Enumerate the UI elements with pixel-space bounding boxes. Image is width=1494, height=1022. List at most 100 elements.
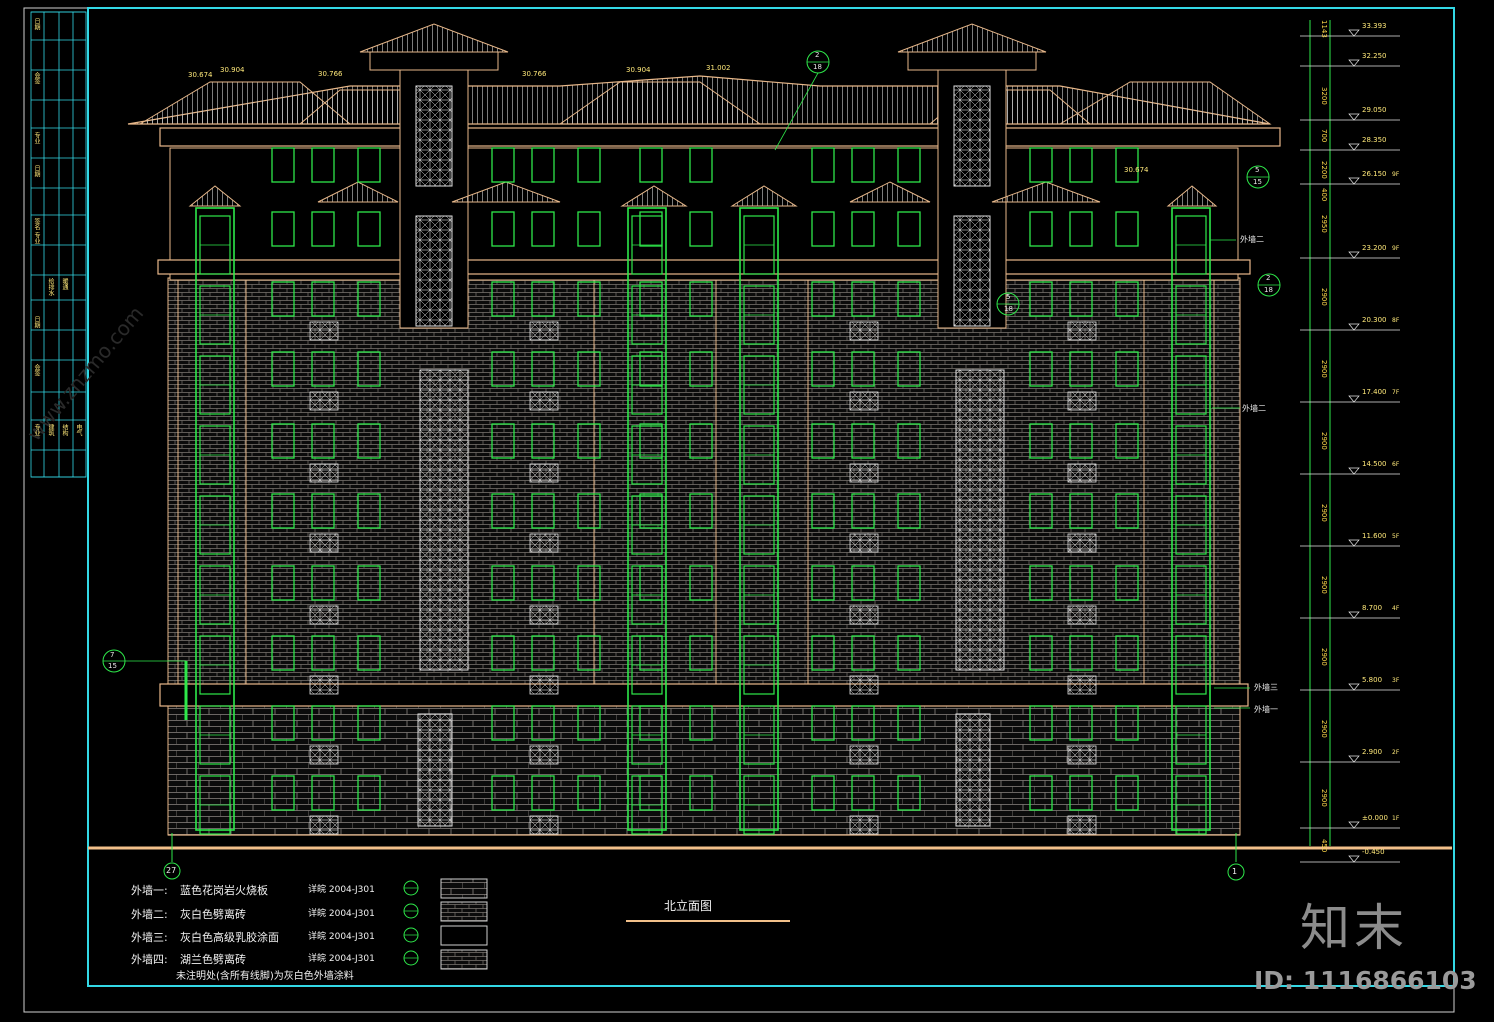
title-block-label: 专业: [33, 132, 40, 144]
level-elev: 29.050: [1362, 106, 1387, 114]
lattice-strip: [417, 713, 453, 827]
dimension-label: 3200: [1320, 87, 1328, 105]
bubble-bottom: 15: [108, 662, 117, 670]
title-block-label: 给排水: [47, 278, 54, 296]
dimension-label: 2900: [1320, 432, 1328, 450]
level-marker: [1348, 755, 1360, 763]
balcony-railing: [309, 815, 339, 835]
balcony-railing: [309, 533, 339, 553]
balcony-railing: [309, 463, 339, 483]
lattice-panel: [415, 85, 453, 187]
title-block-label: 签名: [33, 218, 40, 230]
balcony-railing: [529, 675, 559, 695]
balcony-railing: [849, 391, 879, 411]
bubble-bottom: 18: [1264, 286, 1273, 294]
tower-roof: [897, 23, 1047, 53]
level-floor: 4F: [1392, 605, 1400, 612]
level-elev: 17.400: [1362, 388, 1387, 396]
roof-elev-label: 30.674: [188, 71, 213, 79]
id-label: ID: 1116866103: [1254, 966, 1477, 995]
legend-note: 未注明处(含所有线脚)为灰白色外墙涂料: [176, 971, 354, 982]
title-block-label: 会签: [33, 364, 40, 376]
balcony-railing: [529, 815, 559, 835]
legend-ref: 详皖 2004-J301: [308, 954, 375, 964]
dimension-label: 400: [1320, 188, 1328, 202]
level-floor: 6F: [1392, 461, 1400, 468]
title-block-label: 日期: [33, 165, 40, 177]
dimension-label: 2900: [1320, 648, 1328, 666]
brand-logo: 知末: [1300, 899, 1408, 957]
tower-roof: [359, 23, 509, 53]
tower-cornice: [369, 51, 499, 71]
level-marker: [1348, 467, 1360, 475]
balcony-railing: [849, 745, 879, 765]
level-elev: 26.150: [1362, 170, 1387, 178]
title-block-label: 结构: [61, 424, 68, 436]
axis-label-left: 27: [166, 866, 177, 875]
legend-ref: 详皖 2004-J301: [308, 909, 375, 919]
elevation-drawing: [23, 7, 1455, 1013]
bubble-top: 2: [815, 51, 820, 59]
wall-callout: 外墙二: [1240, 235, 1264, 244]
lattice-panel: [953, 85, 991, 187]
level-marker: [1348, 113, 1360, 121]
balcony-railing: [1067, 675, 1097, 695]
cornice-band: [157, 259, 1251, 275]
balcony-railing: [1067, 391, 1097, 411]
tower-cornice: [907, 51, 1037, 71]
axis-label-right: 1: [1232, 867, 1238, 876]
level-elev: -0.450: [1362, 848, 1385, 856]
balcony-railing: [529, 321, 559, 341]
bubble-top: 7: [110, 651, 115, 659]
title-block-label: 专业: [33, 232, 40, 244]
balcony-railing: [849, 675, 879, 695]
legend-desc: 灰白色高级乳胶涂面: [180, 931, 279, 944]
legend-ref: 详皖 2004-J301: [308, 885, 375, 895]
level-floor: 9F: [1392, 245, 1400, 252]
balcony-railing: [529, 745, 559, 765]
title-block-label: 会签: [33, 72, 40, 84]
legend-bubbles: [403, 880, 419, 966]
balcony-railing: [1067, 745, 1097, 765]
level-floor: 1F: [1392, 815, 1400, 822]
dimension-label: 2950: [1320, 215, 1328, 233]
dimension-label: 2900: [1320, 504, 1328, 522]
dimension-label: 2200: [1320, 161, 1328, 179]
building-elevation: [102, 23, 1281, 836]
lattice-strip: [955, 369, 1005, 671]
lattice-panel: [415, 215, 453, 327]
wall-callout: 外墙三: [1254, 683, 1278, 692]
balcony-railing: [1067, 321, 1097, 341]
balcony-railing: [529, 533, 559, 553]
level-elev: ±0.000: [1362, 814, 1388, 822]
lattice-panel: [953, 215, 991, 327]
level-marker: [1348, 323, 1360, 331]
dimension-label: 450: [1320, 839, 1328, 853]
dimension-label: 2900: [1320, 360, 1328, 378]
level-marker: [1348, 395, 1360, 403]
level-floor: 9F: [1392, 171, 1400, 178]
title-block-label: 日期: [33, 316, 40, 328]
balcony-railing: [1067, 533, 1097, 553]
level-elev: 14.500: [1362, 460, 1387, 468]
dimension-label: 700: [1320, 129, 1328, 143]
lattice-strip: [419, 369, 469, 671]
balcony-railing: [1067, 605, 1097, 625]
level-floor: 5F: [1392, 533, 1400, 540]
balcony-railing: [1067, 463, 1097, 483]
level-marker: [1348, 251, 1360, 259]
bubble-bottom: 18: [813, 63, 822, 71]
balcony-railing: [849, 321, 879, 341]
level-elev: 32.250: [1362, 52, 1387, 60]
roof-elev-label: 30.904: [220, 66, 245, 74]
legend-desc: 灰白色劈离砖: [180, 908, 246, 921]
roof-elev-label: 30.766: [522, 70, 547, 78]
level-marker: [1348, 177, 1360, 185]
legend-desc: 蓝色花岗岩火烧板: [180, 884, 268, 897]
wall-callout: 外墙一: [1254, 705, 1278, 714]
bubble-top: 2: [1266, 274, 1271, 282]
balcony-railing: [529, 391, 559, 411]
level-marker: [1348, 821, 1360, 829]
legend-name: 外墙三:: [131, 931, 168, 944]
level-marker: [1348, 59, 1360, 67]
